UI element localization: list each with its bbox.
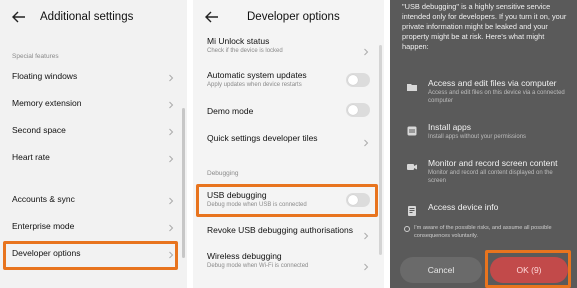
item-label: Wireless debugging (207, 251, 282, 261)
permission-title: Monitor and record screen content (428, 158, 558, 168)
wireless-debugging-item[interactable]: Wireless debugging Debug mode when Wi-Fi… (193, 248, 384, 278)
scrollbar[interactable] (182, 108, 185, 258)
back-arrow-icon[interactable] (10, 8, 28, 26)
automatic-updates-toggle[interactable] (346, 73, 370, 87)
usb-debugging-item: USB debugging Debug mode when USB is con… (193, 187, 384, 217)
item-label: Memory extension (12, 98, 82, 108)
item-label: Enterprise mode (12, 221, 75, 231)
heart-rate-item[interactable]: Heart rate (0, 146, 187, 172)
second-space-item[interactable]: Second space (0, 119, 187, 145)
chevron-right-icon (362, 258, 370, 271)
item-subtitle: Debug mode when Wi-Fi is connected (207, 263, 309, 269)
risk-text: I'm aware of the possible risks, and ass… (414, 225, 552, 239)
chevron-right-icon (362, 134, 370, 147)
install-icon (406, 124, 418, 136)
app-bar: Developer options (193, 6, 384, 30)
permission-item: Install apps Install apps without your p… (390, 121, 577, 149)
chevron-right-icon (167, 251, 175, 259)
item-subtitle: Check if the device is locked (207, 48, 283, 54)
item-label: Mi Unlock status (207, 36, 270, 46)
chevron-right-icon (167, 128, 175, 136)
cancel-button[interactable]: Cancel (400, 257, 482, 283)
page-title: Developer options (247, 11, 340, 23)
section-label: Special features (12, 53, 59, 60)
developer-options-screen: Developer options Mi Unlock status Check… (193, 0, 384, 288)
permission-item: Monitor and record screen content Monito… (390, 157, 577, 185)
item-label: Quick settings developer tiles (207, 133, 318, 143)
chevron-right-icon (167, 155, 175, 163)
additional-settings-screen: Additional settings Special features Flo… (0, 0, 187, 288)
item-subtitle: Apply updates when device restarts (207, 82, 302, 88)
section-label: Debugging (207, 170, 239, 177)
ok-button[interactable]: OK (9) (490, 257, 568, 283)
chevron-right-icon (167, 224, 175, 232)
warning-text: "USB debugging" is a highly sensitive se… (402, 2, 567, 51)
toggle-knob (348, 75, 358, 85)
device-info-icon (406, 204, 418, 216)
permission-subtitle: Monitor and record all content displayed… (428, 170, 553, 184)
item-label: Automatic system updates (207, 70, 307, 80)
item-label: Demo mode (207, 106, 254, 116)
quick-settings-tiles-item[interactable]: Quick settings developer tiles (193, 128, 384, 158)
folder-icon (406, 80, 418, 92)
toggle-knob (348, 195, 358, 205)
toggle-knob (348, 105, 358, 115)
item-label: Developer options (12, 248, 81, 258)
demo-mode-toggle[interactable] (346, 103, 370, 117)
chevron-right-icon (167, 197, 175, 205)
usb-debugging-toggle[interactable] (346, 193, 370, 207)
automatic-system-updates-item: Automatic system updates Apply updates w… (193, 67, 384, 97)
memory-extension-item[interactable]: Memory extension (0, 92, 187, 118)
floating-windows-item[interactable]: Floating windows (0, 65, 187, 91)
back-arrow-icon[interactable] (203, 8, 221, 26)
item-label: Revoke USB debugging authorisations (207, 225, 354, 235)
permission-title: Access device info (428, 202, 499, 212)
permission-title: Access and edit files via computer (428, 78, 557, 88)
permission-subtitle: Access and edit files on this device via… (428, 90, 565, 104)
mi-unlock-status-item[interactable]: Mi Unlock status Check if the device is … (193, 33, 384, 63)
item-label: Heart rate (12, 152, 50, 162)
item-label: Accounts & sync (12, 194, 75, 204)
chevron-right-icon (167, 101, 175, 109)
screen-record-icon (406, 160, 418, 172)
developer-options-item[interactable]: Developer options (0, 242, 187, 268)
item-label: Second space (12, 125, 66, 135)
acknowledge-radio[interactable] (404, 226, 410, 232)
permission-title: Install apps (428, 122, 471, 132)
page-title: Additional settings (40, 11, 134, 23)
item-label: USB debugging (207, 190, 267, 200)
usb-debugging-warning-dialog: "USB debugging" is a highly sensitive se… (390, 0, 577, 288)
scrollbar[interactable] (379, 45, 382, 255)
permission-subtitle: Install apps without your permissions (428, 134, 527, 140)
item-subtitle: Debug mode when USB is connected (207, 202, 307, 208)
demo-mode-item: Demo mode (193, 101, 384, 131)
item-label: Floating windows (12, 71, 78, 81)
chevron-right-icon (362, 227, 370, 240)
accounts-sync-item[interactable]: Accounts & sync (0, 188, 187, 214)
chevron-right-icon (362, 43, 370, 56)
app-bar: Additional settings (0, 6, 187, 30)
chevron-right-icon (167, 74, 175, 82)
permission-item: Access and edit files via computer Acces… (390, 77, 577, 105)
enterprise-mode-item[interactable]: Enterprise mode (0, 215, 187, 241)
